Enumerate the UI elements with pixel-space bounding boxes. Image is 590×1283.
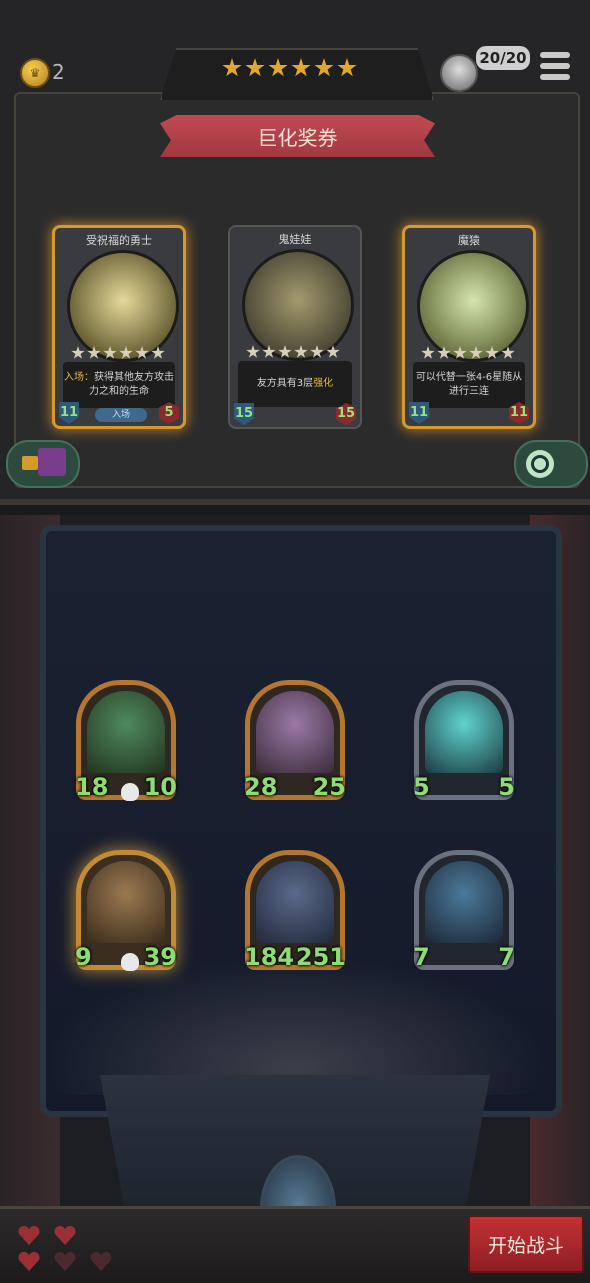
star-icon	[501, 346, 515, 359]
star-icon	[294, 345, 308, 358]
star-icon	[151, 346, 165, 359]
minion-health: 5	[498, 773, 515, 801]
card-attack: 15	[234, 403, 254, 425]
card-attack: 11	[59, 402, 79, 424]
star-icon	[421, 346, 435, 359]
minion-art	[256, 691, 334, 773]
card-name: 鬼娃娃	[278, 233, 312, 246]
star-icon	[291, 58, 311, 77]
minion-art	[87, 691, 165, 773]
menu-bar	[540, 52, 570, 58]
keyword-highlight: 强化	[313, 378, 334, 389]
card-name: 魔猿	[458, 234, 480, 247]
shop-title-ribbon: 巨化奖券	[160, 115, 435, 157]
card-desc-text: 获得其他友方攻击力之和的生命	[89, 372, 174, 397]
board-minion-2[interactable]: 28 25	[244, 680, 346, 801]
board-minion-1[interactable]: 18 10	[75, 680, 177, 801]
star-icon	[314, 58, 334, 77]
card-stars	[421, 346, 515, 360]
card-name: 受祝福的勇士	[86, 234, 152, 247]
minion-health: 7	[498, 943, 515, 971]
star-icon	[245, 58, 265, 77]
star-icon	[485, 346, 499, 359]
player-hp-badge: 20/20	[476, 46, 530, 70]
star-icon	[246, 345, 260, 358]
skull-icon	[121, 953, 139, 971]
star-icon	[337, 58, 357, 77]
minion-health: 39	[143, 943, 177, 971]
card-desc-text: 友方具有3层	[256, 378, 314, 389]
star-icon	[135, 346, 149, 359]
tavern-tier-stars	[222, 58, 357, 78]
minion-art	[425, 691, 503, 773]
board-minion-5[interactable]: 184 251	[244, 850, 346, 971]
card-stars	[71, 346, 165, 360]
star-icon	[71, 346, 85, 359]
start-battle-button[interactable]: 开始战斗	[468, 1215, 584, 1273]
star-icon	[222, 58, 242, 77]
arrow-icon	[22, 456, 38, 470]
star-icon	[87, 346, 101, 359]
heart-icon	[54, 1225, 76, 1245]
gift-button[interactable]	[6, 440, 80, 488]
coin-count: 2	[52, 60, 65, 84]
lives-hearts	[14, 1225, 124, 1275]
menu-bar	[540, 63, 570, 69]
board-minion-4[interactable]: 9 39	[75, 850, 177, 971]
shop-card-3[interactable]: 魔猿 可以代替一张4-6星随从进行三连 11 11	[402, 225, 536, 429]
menu-bar	[540, 74, 570, 80]
star-icon	[278, 345, 292, 358]
minion-art	[256, 861, 334, 943]
shop-card-1[interactable]: 受祝福的勇士 入场：获得其他友方攻击力之和的生命 入场 11 5	[52, 225, 186, 429]
minion-attack: 184	[244, 943, 295, 971]
keyword-highlight: 入场：	[64, 372, 94, 383]
minion-art	[425, 861, 503, 943]
star-icon	[453, 346, 467, 359]
heart-empty-icon	[90, 1251, 112, 1271]
minion-attack: 9	[75, 943, 92, 971]
minion-art	[87, 861, 165, 943]
star-icon	[119, 346, 133, 359]
search-button[interactable]	[514, 440, 588, 488]
fog	[40, 955, 550, 1095]
star-icon	[268, 58, 288, 77]
gift-box-icon	[38, 448, 66, 476]
minion-attack: 5	[413, 773, 430, 801]
star-icon	[469, 346, 483, 359]
star-icon	[262, 345, 276, 358]
card-description: 入场：获得其他友方攻击力之和的生命	[63, 362, 175, 408]
search-icon	[526, 450, 554, 478]
card-description: 友方具有3层强化	[238, 361, 352, 407]
star-icon	[103, 346, 117, 359]
shop-panel: ♛ 2 20/20 巨化奖券 受祝福的勇士 入场：获得其他友方攻击力之和的生命	[0, 0, 590, 505]
card-desc-line: 入场：获得其他友方攻击力之和的生命	[63, 371, 175, 399]
minion-health: 10	[143, 773, 177, 801]
heart-icon	[18, 1251, 40, 1271]
heart-icon	[18, 1225, 40, 1245]
keyword-tag: 入场	[95, 408, 147, 422]
top-bar: ♛ 2 20/20	[0, 0, 590, 100]
minion-health: 25	[312, 773, 346, 801]
board-minion-6[interactable]: 7 7	[413, 850, 515, 971]
crown-coin-icon: ♛	[20, 58, 50, 88]
card-description: 可以代替一张4-6星随从进行三连	[413, 362, 525, 408]
card-stars	[246, 345, 340, 359]
star-icon	[437, 346, 451, 359]
skull-icon	[121, 783, 139, 801]
minion-attack: 18	[75, 773, 109, 801]
minion-attack: 7	[413, 943, 430, 971]
card-desc-line: 友方具有3层强化	[257, 377, 333, 391]
player-avatar[interactable]	[440, 54, 478, 92]
heart-empty-icon	[54, 1251, 76, 1271]
shop-card-2[interactable]: 鬼娃娃 友方具有3层强化 15 15	[228, 225, 362, 429]
star-icon	[326, 345, 340, 358]
minion-health: 251	[295, 943, 346, 971]
board-minion-3[interactable]: 5 5	[413, 680, 515, 801]
star-icon	[310, 345, 324, 358]
card-attack: 11	[409, 402, 429, 424]
battle-board: 18 10 28 25 5 5 9 39 184 251 7 7	[0, 515, 590, 1280]
minion-attack: 28	[244, 773, 278, 801]
menu-button[interactable]	[540, 52, 570, 80]
